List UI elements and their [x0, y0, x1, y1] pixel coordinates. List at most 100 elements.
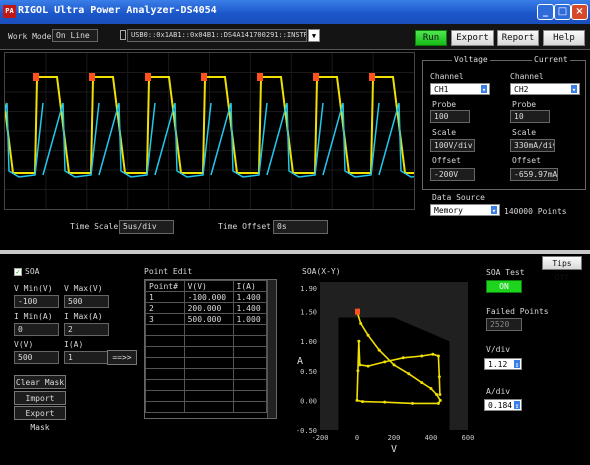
data-point [438, 392, 442, 396]
voltage-offset-label: Offset [432, 156, 461, 165]
data-point [438, 398, 442, 402]
i-min-field[interactable]: 0 [14, 323, 59, 336]
y-tick-label: 0.00 [300, 397, 317, 405]
help-button[interactable]: Help [543, 30, 585, 46]
y-axis-label: A [297, 356, 303, 367]
export-mask-button[interactable]: Export Mask [14, 406, 66, 432]
y-tick-label: -0.50 [296, 427, 317, 435]
data-point [435, 392, 439, 396]
current-probe-label: Probe [512, 100, 537, 109]
minimize-button[interactable]: _ [537, 4, 554, 20]
time-scale-label: Time Scale [70, 222, 119, 231]
data-point [355, 398, 359, 402]
data-point [366, 364, 370, 368]
table-row[interactable]: 3 500.000 1.000 [145, 313, 268, 325]
v-label: V(V) [14, 340, 34, 349]
v-min-label: V Min(V) [14, 284, 53, 293]
table-row [145, 346, 268, 358]
y-tick-label: 0.50 [300, 368, 317, 376]
peak-marker [355, 308, 360, 315]
table-cell[interactable]: 200.000 [183, 302, 234, 314]
data-point [359, 321, 363, 325]
import-mask-button[interactable]: Import Mask [14, 391, 66, 417]
data-point [420, 354, 424, 358]
i-min-label: I Min(A) [14, 312, 53, 321]
table-cell[interactable]: 1.000 [232, 313, 268, 325]
data-point [357, 339, 361, 343]
table-header-row: Point# V(V) I(A) [145, 280, 268, 292]
voltage-scale-field[interactable]: 100V/div [430, 139, 475, 152]
i-label: I(A) [64, 340, 84, 349]
y-tick-label: 1.50 [300, 309, 317, 317]
vdiv-label: V/div [486, 345, 511, 354]
current-offset-field[interactable]: -659.97mA [510, 168, 558, 181]
header-current: I(A) [232, 280, 268, 292]
device-select[interactable]: USB0::0x1AB1::0x04B1::DS4A141700291::INS… [127, 29, 307, 42]
table-cell[interactable]: 1 [145, 291, 185, 303]
chevron-down-icon[interactable]: ▾ [570, 84, 578, 94]
tips-button[interactable]: Tips Off [542, 256, 582, 282]
current-title: Current [532, 55, 570, 64]
x-tick-label: 0 [355, 434, 359, 442]
i-max-label: I Max(A) [64, 312, 103, 321]
chevron-down-icon[interactable]: ▼ [308, 29, 320, 42]
data-point [401, 356, 405, 360]
maximize-button[interactable]: □ [554, 4, 571, 20]
table-cell[interactable]: 3 [145, 313, 185, 325]
table-row [145, 401, 268, 413]
point-edit-table: Point# V(V) I(A) 1 -100.000 1.400 2 200.… [144, 279, 277, 419]
table-cell[interactable]: 2 [145, 302, 185, 314]
table-row[interactable]: 1 -100.000 1.400 [145, 291, 268, 303]
soa-checkbox-label: SOA [25, 267, 40, 276]
app-icon: PA [3, 5, 16, 18]
v-field[interactable]: 500 [14, 351, 59, 364]
data-point [407, 372, 411, 376]
table-row [145, 368, 268, 380]
add-point-button[interactable]: ==>> [107, 350, 137, 365]
switching-marker [33, 73, 39, 81]
v-max-field[interactable]: 500 [64, 295, 109, 308]
channel-panel: Voltage Current Channel CH1 ▾ Probe 100 … [418, 52, 590, 250]
table-row[interactable]: 2 200.000 1.400 [145, 302, 268, 314]
header-voltage: V(V) [183, 280, 234, 292]
time-offset-field[interactable]: 0s [273, 220, 328, 234]
i-max-field[interactable]: 2 [64, 323, 109, 336]
data-point [361, 400, 365, 404]
voltage-offset-field[interactable]: -200V [430, 168, 475, 181]
voltage-channel-label: Channel [430, 72, 464, 81]
data-point [436, 401, 440, 405]
x-tick-label: 600 [462, 434, 475, 442]
data-point [437, 375, 441, 379]
report-button[interactable]: Report [497, 30, 539, 46]
chevron-down-icon[interactable]: ▾ [480, 84, 488, 94]
soa-checkbox[interactable]: ✓ [14, 268, 22, 276]
x-tick-label: -200 [312, 434, 329, 442]
failed-points-label: Failed Points [486, 307, 549, 316]
export-button[interactable]: Export [451, 30, 494, 46]
i-field[interactable]: 1 [64, 351, 109, 364]
data-point [356, 369, 360, 373]
spinner-icon[interactable]: ⇕ [513, 359, 521, 369]
table-cell[interactable]: 500.000 [183, 313, 234, 325]
voltage-probe-field[interactable]: 100 [430, 110, 470, 123]
current-scale-label: Scale [512, 128, 537, 137]
current-probe-field[interactable]: 10 [510, 110, 550, 123]
chevron-down-icon[interactable]: ▾ [490, 205, 498, 215]
table-cell[interactable]: -100.000 [183, 291, 234, 303]
adiv-label: A/div [486, 387, 511, 396]
table-cell[interactable]: 1.400 [232, 302, 268, 314]
v-min-field[interactable]: -100 [14, 295, 59, 308]
table-cell[interactable]: 1.400 [232, 291, 268, 303]
clear-mask-button[interactable]: Clear Mask [14, 375, 66, 389]
run-button[interactable]: Run [415, 30, 447, 46]
time-scale-field[interactable]: 5us/div [119, 220, 174, 234]
table-scrollbar[interactable] [267, 280, 276, 418]
spinner-icon[interactable]: ⇕ [513, 400, 521, 410]
switching-marker [369, 73, 375, 81]
data-point [420, 381, 424, 385]
table-row [145, 390, 268, 402]
current-scale-field[interactable]: 330mA/div [510, 139, 555, 152]
data-point [429, 387, 433, 391]
soa-test-toggle[interactable]: ON [486, 280, 522, 293]
close-button[interactable]: × [571, 4, 588, 20]
